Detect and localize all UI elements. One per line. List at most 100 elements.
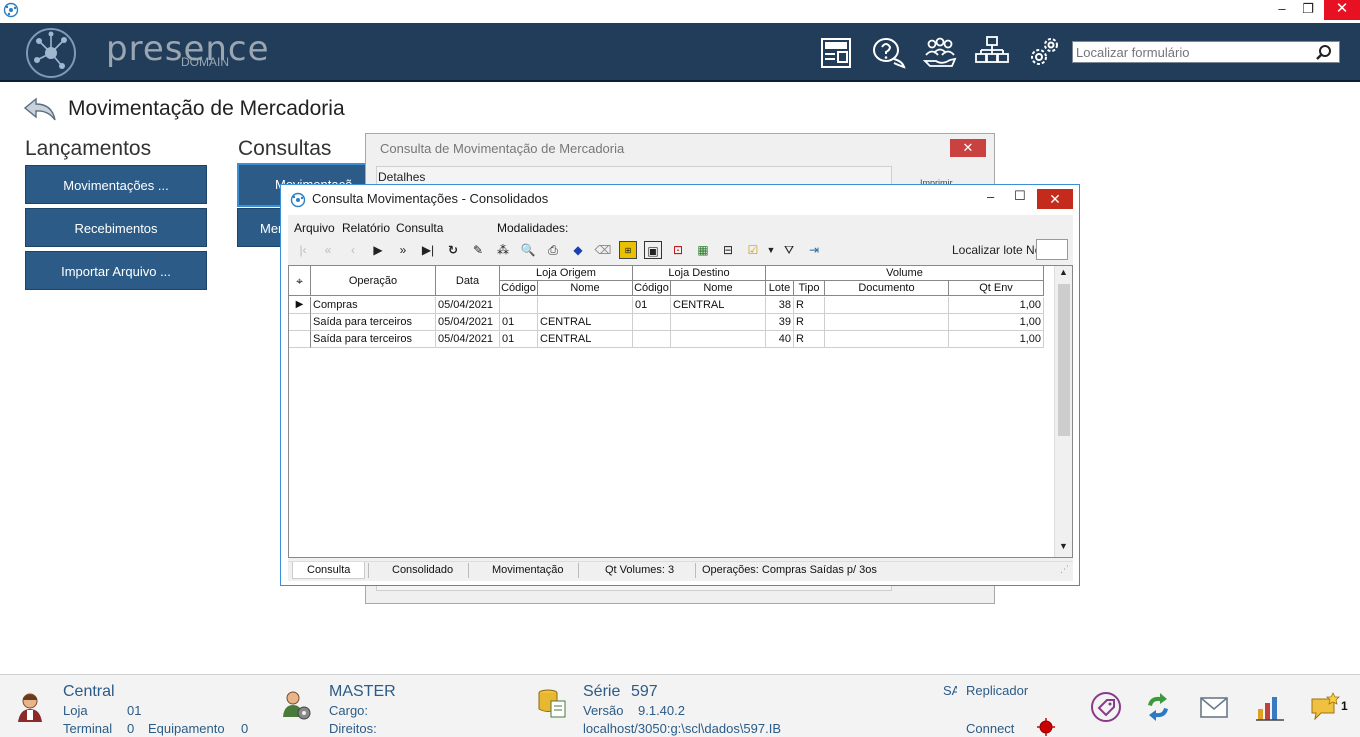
menu-relatorio[interactable]: Relatório <box>342 221 390 235</box>
print-icon[interactable]: ⎙ <box>544 241 562 259</box>
search-icon[interactable] <box>1315 44 1333 62</box>
menu-consulta[interactable]: Consulta <box>396 221 443 235</box>
scroll-thumb[interactable] <box>1058 284 1070 436</box>
cell-qt-env[interactable]: 1,00 <box>949 297 1044 314</box>
notifications-icon[interactable] <box>1309 691 1341 723</box>
cell-origem-codigo[interactable]: 01 <box>500 331 538 348</box>
cell-documento[interactable] <box>825 297 949 314</box>
header-origem-codigo[interactable]: Código <box>500 281 538 296</box>
tag-discount-icon[interactable] <box>1090 691 1122 723</box>
edit-icon[interactable]: ✎ <box>469 241 487 259</box>
resize-grip-icon[interactable]: ⋰ <box>1060 564 1069 575</box>
cell-destino-codigo[interactable] <box>633 331 671 348</box>
header-lote[interactable]: Lote <box>766 281 794 296</box>
cell-documento[interactable] <box>825 314 949 331</box>
header-tipo[interactable]: Tipo <box>794 281 825 296</box>
cell-origem-nome[interactable] <box>538 297 633 314</box>
back-arrow-icon[interactable] <box>22 95 58 123</box>
current-row-indicator-icon[interactable]: ▶ <box>289 297 311 314</box>
restore-button[interactable]: ❐ <box>1294 0 1322 20</box>
cell-origem-nome[interactable]: CENTRAL <box>538 314 633 331</box>
cell-data[interactable]: 05/04/2021 <box>436 331 500 348</box>
export-icon[interactable]: ⊡ <box>669 241 687 259</box>
menu-arquivo[interactable]: Arquivo <box>294 221 335 235</box>
dialog-maximize-button[interactable]: ☐ <box>1014 188 1026 204</box>
cell-qt-env[interactable]: 1,00 <box>949 331 1044 348</box>
header-qt-env[interactable]: Qt Env <box>949 281 1044 296</box>
columns-icon[interactable]: ⊟ <box>719 241 737 259</box>
first-record-icon[interactable]: |‹ <box>294 241 312 259</box>
close-button[interactable]: ✕ <box>1324 0 1360 20</box>
cell-destino-codigo[interactable]: 01 <box>633 297 671 314</box>
exit-icon[interactable]: ⇥ <box>805 241 823 259</box>
cell-lote[interactable]: 38 <box>766 297 794 314</box>
vertical-scrollbar[interactable]: ▲ ▼ <box>1054 266 1072 557</box>
cell-data[interactable]: 05/04/2021 <box>436 314 500 331</box>
image-icon[interactable]: ▣ <box>644 241 662 259</box>
preview-icon[interactable]: 🔍 <box>519 241 537 259</box>
cell-operacao[interactable]: Compras <box>311 297 436 314</box>
cell-origem-codigo[interactable]: 01 <box>500 314 538 331</box>
next-record-icon[interactable]: ▶ <box>369 241 387 259</box>
header-origem-nome[interactable]: Nome <box>538 281 633 296</box>
sync-icon[interactable] <box>1142 691 1174 723</box>
localizar-lote-input[interactable] <box>1036 239 1068 260</box>
mail-icon[interactable] <box>1198 691 1230 723</box>
header-destino-codigo[interactable]: Código <box>633 281 671 296</box>
detalhes-tab[interactable]: Detalhes <box>378 170 425 184</box>
header-destino-nome[interactable]: Nome <box>671 281 766 296</box>
tag-icon[interactable]: ◆ <box>569 241 587 259</box>
tab-movimentacao[interactable]: Movimentação <box>492 564 564 576</box>
prev-record-icon[interactable]: ‹ <box>344 241 362 259</box>
cell-tipo[interactable]: R <box>794 314 825 331</box>
fields-icon[interactable]: ⁂ <box>494 241 512 259</box>
users-icon[interactable] <box>922 35 958 71</box>
header-documento[interactable]: Documento <box>825 281 949 296</box>
minimize-button[interactable]: – <box>1268 0 1296 20</box>
importar-arquivo-button[interactable]: Importar Arquivo ... <box>25 251 207 290</box>
dialog-close-button[interactable]: ✕ <box>950 139 986 157</box>
cell-data[interactable]: 05/04/2021 <box>436 297 500 314</box>
settings-icon[interactable] <box>1026 35 1062 71</box>
filter-grid-icon[interactable]: ⊞ <box>619 241 637 259</box>
row-indicator[interactable] <box>289 331 311 348</box>
header-operacao[interactable]: Operação <box>311 266 436 296</box>
movimentacoes-button[interactable]: Movimentações ... <box>25 165 207 204</box>
cell-tipo[interactable]: R <box>794 331 825 348</box>
cell-qt-env[interactable]: 1,00 <box>949 314 1044 331</box>
cell-destino-nome[interactable] <box>671 314 766 331</box>
table-edit-icon[interactable]: ▦ <box>694 241 712 259</box>
dialog-close-button[interactable]: ✕ <box>1037 189 1073 209</box>
header-data[interactable]: Data <box>436 266 500 296</box>
tab-consulta[interactable]: Consulta <box>292 562 366 579</box>
goto-icon[interactable]: ⌫ <box>594 241 612 259</box>
prev-page-icon[interactable]: « <box>319 241 337 259</box>
cell-lote[interactable]: 40 <box>766 331 794 348</box>
next-page-icon[interactable]: » <box>394 241 412 259</box>
cell-destino-nome[interactable]: CENTRAL <box>671 297 766 314</box>
search-input[interactable] <box>1076 44 1312 60</box>
cell-destino-nome[interactable] <box>671 331 766 348</box>
cell-tipo[interactable]: R <box>794 297 825 314</box>
cell-origem-codigo[interactable] <box>500 297 538 314</box>
cell-operacao[interactable]: Saída para terceiros <box>311 314 436 331</box>
cell-destino-codigo[interactable] <box>633 314 671 331</box>
cell-documento[interactable] <box>825 331 949 348</box>
options-icon[interactable]: ☑ <box>744 241 762 259</box>
row-indicator[interactable] <box>289 314 311 331</box>
network-icon[interactable] <box>974 35 1010 71</box>
cell-origem-nome[interactable]: CENTRAL <box>538 331 633 348</box>
dialog-minimize-button[interactable]: – <box>987 189 994 204</box>
options-dropdown-icon[interactable]: ▼ <box>762 241 780 259</box>
refresh-icon[interactable]: ↻ <box>444 241 462 259</box>
bar-chart-icon[interactable] <box>1254 691 1286 723</box>
scroll-down-icon[interactable]: ▼ <box>1059 541 1068 551</box>
news-icon[interactable] <box>818 35 854 71</box>
recebimentos-button[interactable]: Recebimentos <box>25 208 207 247</box>
cell-lote[interactable]: 39 <box>766 314 794 331</box>
cell-operacao[interactable]: Saída para terceiros <box>311 331 436 348</box>
help-icon[interactable] <box>870 35 906 71</box>
last-record-icon[interactable]: ▶| <box>419 241 437 259</box>
scroll-up-icon[interactable]: ▲ <box>1059 267 1068 277</box>
tab-consolidado[interactable]: Consolidado <box>392 564 453 576</box>
